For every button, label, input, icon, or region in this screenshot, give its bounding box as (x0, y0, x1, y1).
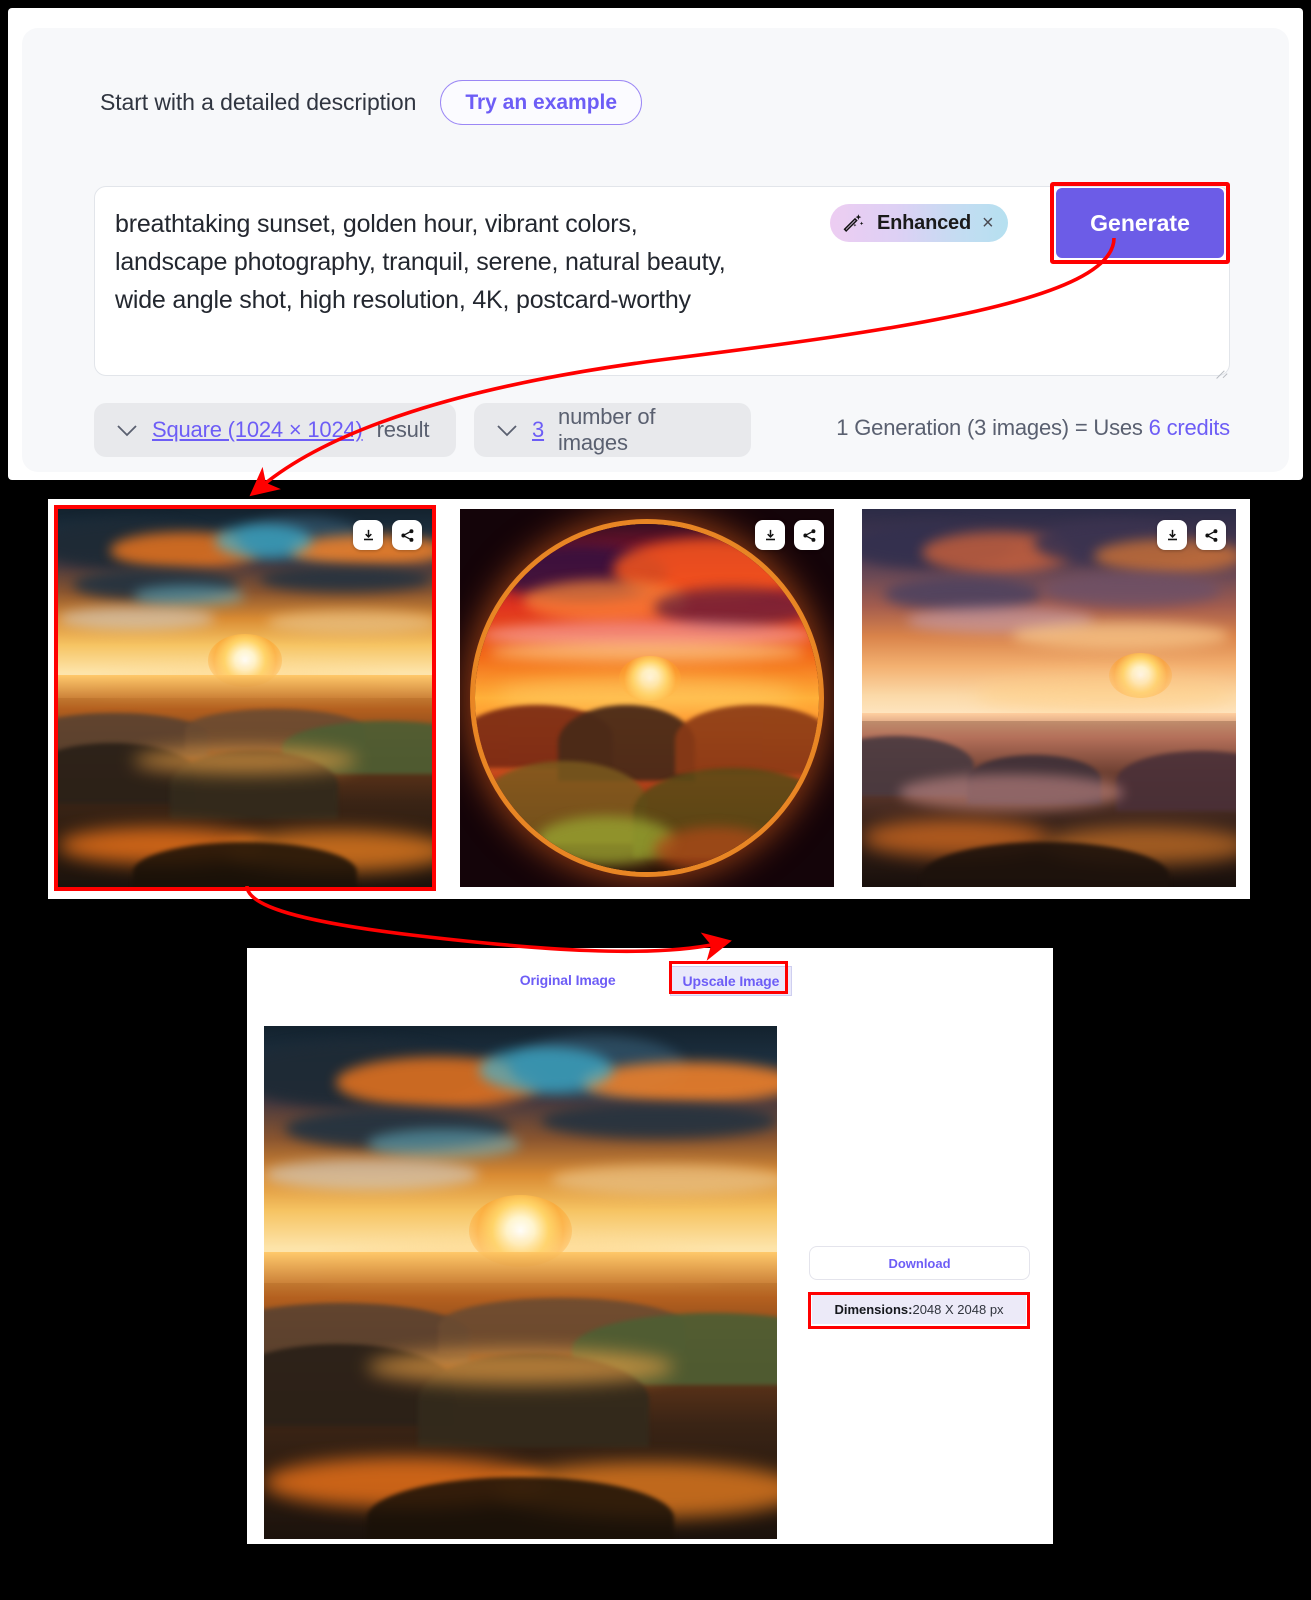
result-image-3 (862, 509, 1236, 887)
result-image-2 (460, 509, 834, 887)
tab-original-image[interactable]: Original Image (508, 966, 628, 996)
close-icon[interactable]: × (982, 213, 994, 233)
enhanced-badge[interactable]: Enhanced × (830, 204, 1008, 242)
prompt-header: Start with a detailed description Try an… (100, 80, 643, 125)
prompt-text-value[interactable]: breathtaking sunset, golden hour, vibran… (115, 205, 755, 319)
share-icon[interactable] (794, 520, 824, 550)
result-card-1[interactable] (54, 505, 436, 891)
credits-prefix: 1 Generation (3 images) = Uses (836, 415, 1149, 440)
result-card-1-actions (353, 520, 422, 550)
chevron-down-icon (117, 424, 137, 436)
results-grid (54, 505, 1236, 891)
download-icon[interactable] (353, 520, 383, 550)
generator-card: Start with a detailed description Try an… (22, 28, 1289, 472)
textarea-resize-handle[interactable] (1212, 359, 1228, 379)
credits-summary: 1 Generation (3 images) = Uses 6 credits (836, 415, 1230, 441)
chevron-down-icon (497, 424, 517, 436)
magic-wand-icon (843, 214, 864, 232)
page-title: Start with a detailed description (100, 89, 417, 115)
result-card-2[interactable] (460, 509, 834, 887)
results-panel (48, 499, 1250, 899)
result-card-2-actions (755, 520, 824, 550)
aspect-ratio-suffix: result (376, 417, 430, 442)
image-count-dropdown[interactable]: 3 number of images (474, 403, 751, 457)
result-card-3[interactable] (862, 509, 1236, 887)
dimensions-badge: Dimensions: 2048 X 2048 px (812, 1295, 1026, 1324)
result-card-3-actions (1157, 520, 1226, 550)
tab-upscale-image[interactable]: Upscale Image (669, 966, 793, 996)
generate-button[interactable]: Generate (1056, 188, 1224, 258)
generator-controls: Square (1024 × 1024) result 3 number of … (94, 403, 1230, 457)
result-image-1 (58, 509, 432, 887)
upscale-tabs: Original Image Upscale Image (247, 966, 1053, 996)
upscale-panel: Original Image Upscale Image Download Di… (247, 948, 1053, 1544)
aspect-ratio-value: Square (1024 × 1024) (152, 417, 363, 442)
image-count-value: 3 (532, 417, 545, 442)
credits-value: 6 credits (1148, 415, 1231, 440)
upscaled-image (264, 1026, 777, 1539)
share-icon[interactable] (392, 520, 422, 550)
aspect-ratio-dropdown[interactable]: Square (1024 × 1024) result (94, 403, 456, 457)
try-an-example-button[interactable]: Try an example (440, 80, 643, 125)
download-icon[interactable] (1157, 520, 1187, 550)
share-icon[interactable] (1196, 520, 1226, 550)
generator-panel: Start with a detailed description Try an… (8, 8, 1303, 480)
download-button[interactable]: Download (809, 1246, 1030, 1280)
image-count-suffix: number of images (558, 404, 656, 455)
enhanced-label: Enhanced (877, 211, 971, 234)
dimensions-label: Dimensions: (834, 1302, 913, 1317)
screenshot-root: Start with a detailed description Try an… (0, 0, 1311, 1600)
download-icon[interactable] (755, 520, 785, 550)
dimensions-value: 2048 X 2048 px (912, 1302, 1004, 1317)
